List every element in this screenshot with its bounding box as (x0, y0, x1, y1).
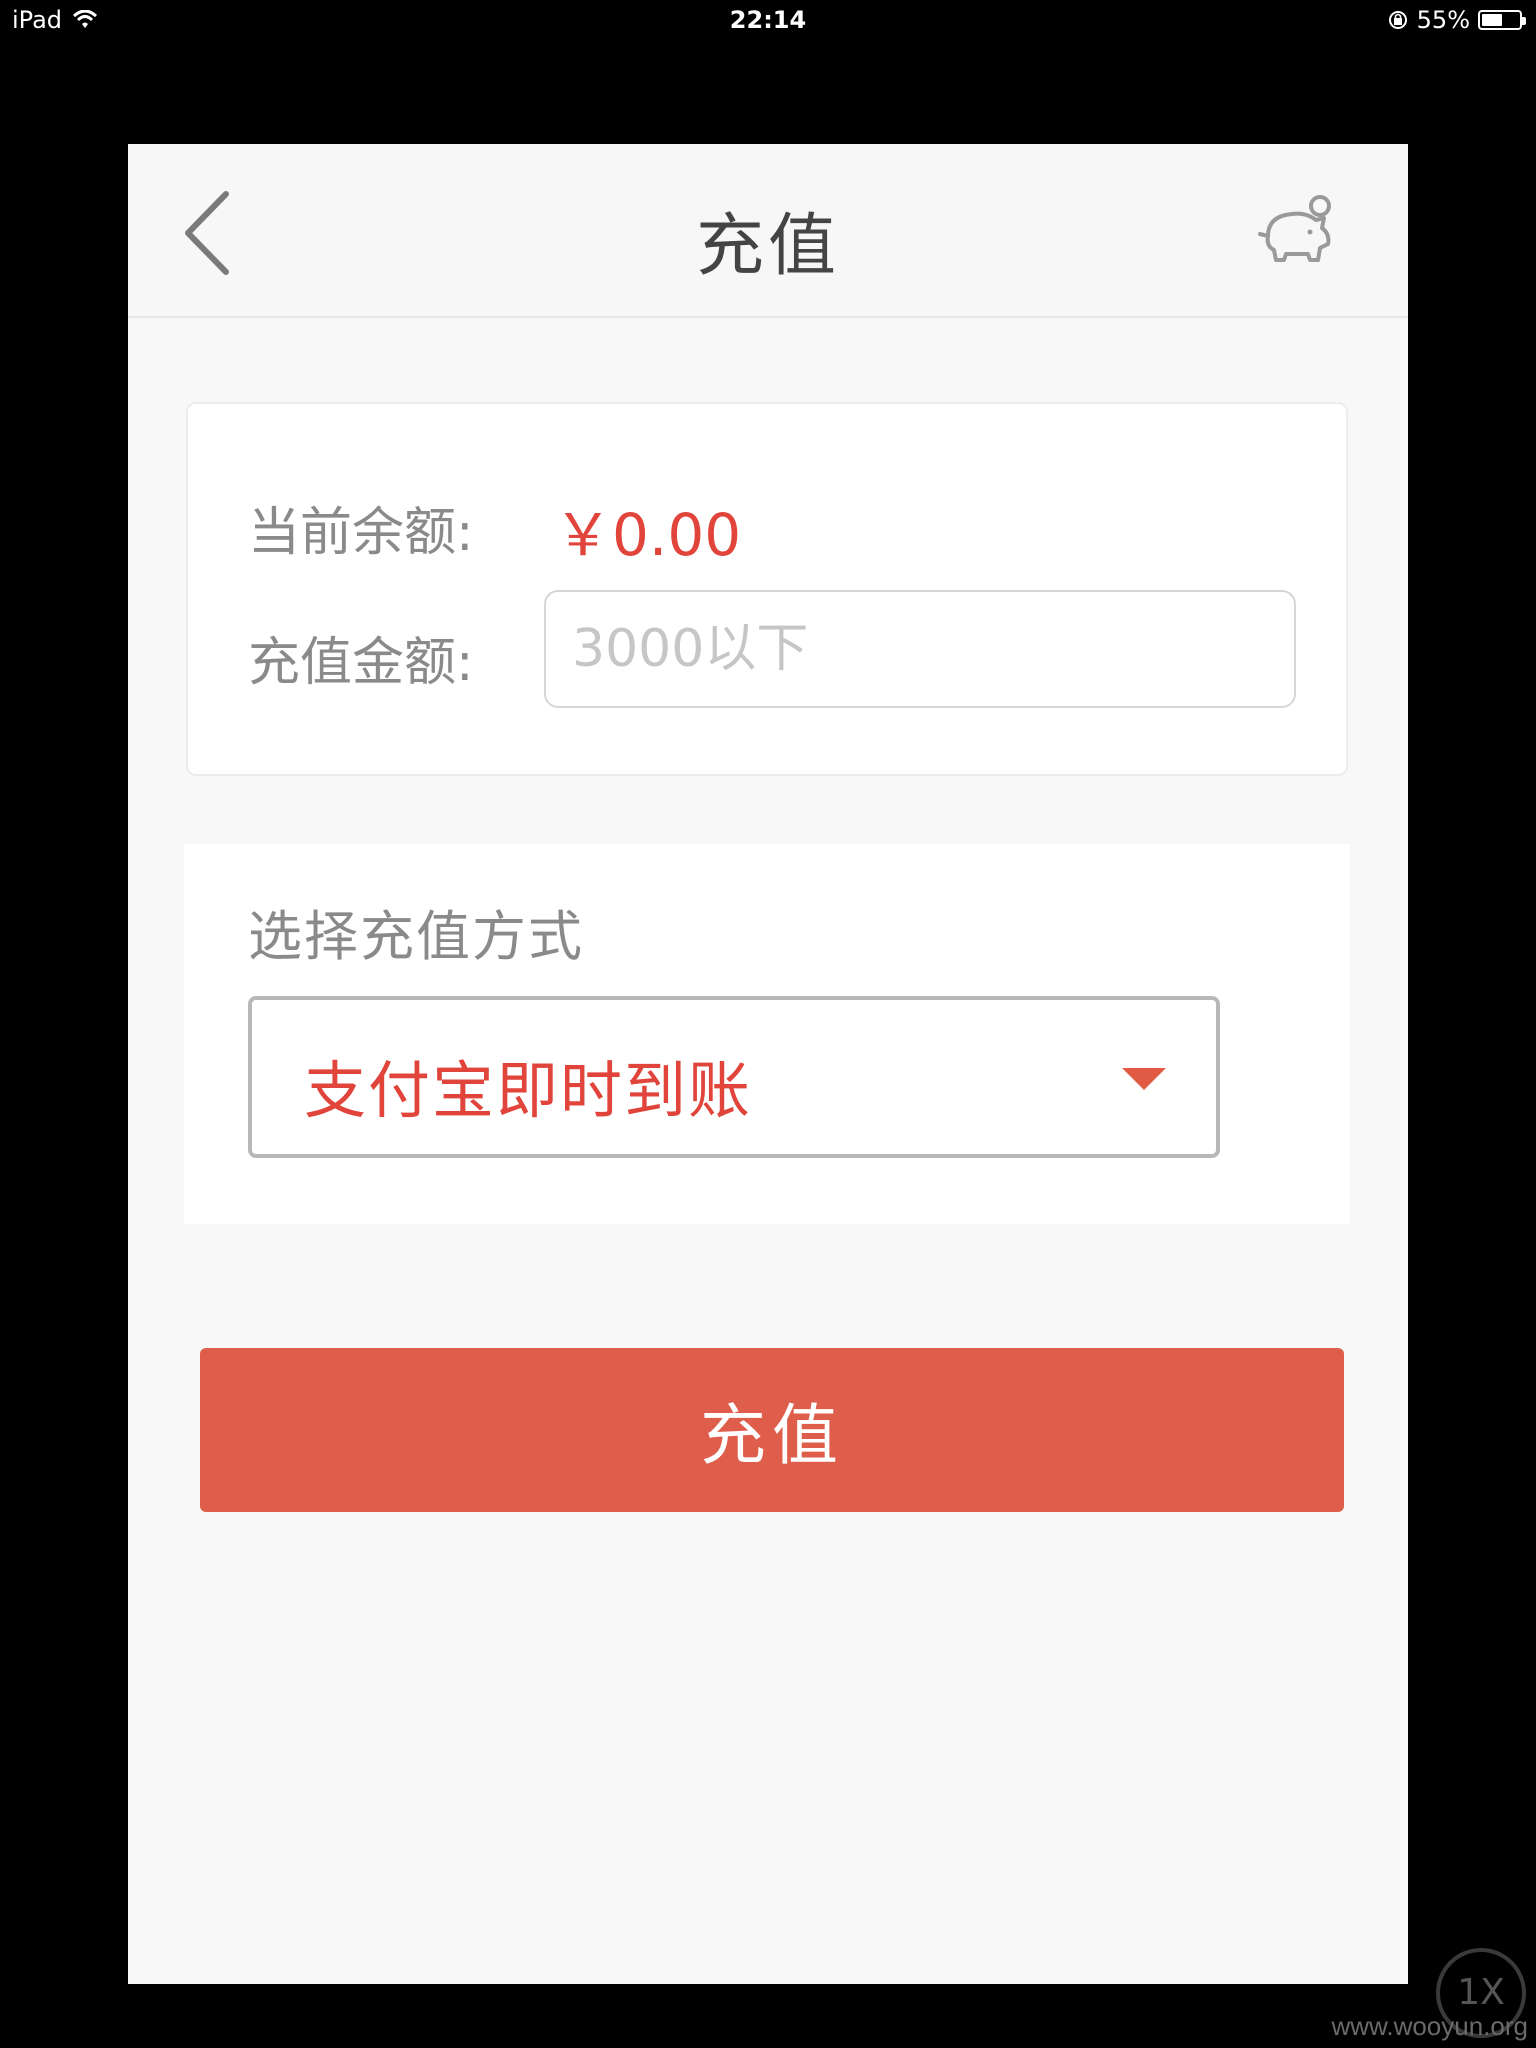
payment-method-title: 选择充值方式 (248, 905, 584, 968)
status-bar-time: 22:14 (729, 6, 807, 34)
balance-card: 当前余额: ￥0.00 充值金额: (186, 402, 1348, 776)
status-bar: iPad 22:14 55% (0, 0, 1536, 40)
balance-label: 当前余额: (248, 503, 474, 563)
battery-percent: 55% (1416, 6, 1470, 34)
battery-fill (1482, 14, 1502, 26)
piggy-bank-icon[interactable] (1254, 190, 1338, 274)
recharge-button[interactable]: 充值 (200, 1348, 1344, 1512)
battery-nub (1522, 17, 1526, 25)
payment-method-card: 选择充值方式 支付宝即时到账 (184, 844, 1350, 1224)
navigation-bar: 充值 (128, 144, 1408, 318)
status-bar-right: 55% (1387, 6, 1526, 34)
amount-label: 充值金额: (248, 633, 474, 693)
payment-method-select[interactable]: 支付宝即时到账 (248, 996, 1220, 1158)
payment-method-selected: 支付宝即时到账 (304, 1054, 753, 1127)
rotation-lock-icon (1388, 11, 1407, 29)
balance-value: ￥0.00 (554, 501, 742, 569)
page-title: 充值 (695, 207, 840, 286)
battery-icon (1478, 10, 1526, 30)
watermark: www.wooyun.org (1331, 2011, 1528, 2041)
amount-input[interactable] (544, 590, 1296, 708)
caret-down-icon (1122, 1068, 1166, 1090)
app-screen: 充值 当前余额: ￥0.00 充值金额: 选择充值方式 支付宝即时到账 充值 (128, 144, 1408, 1984)
